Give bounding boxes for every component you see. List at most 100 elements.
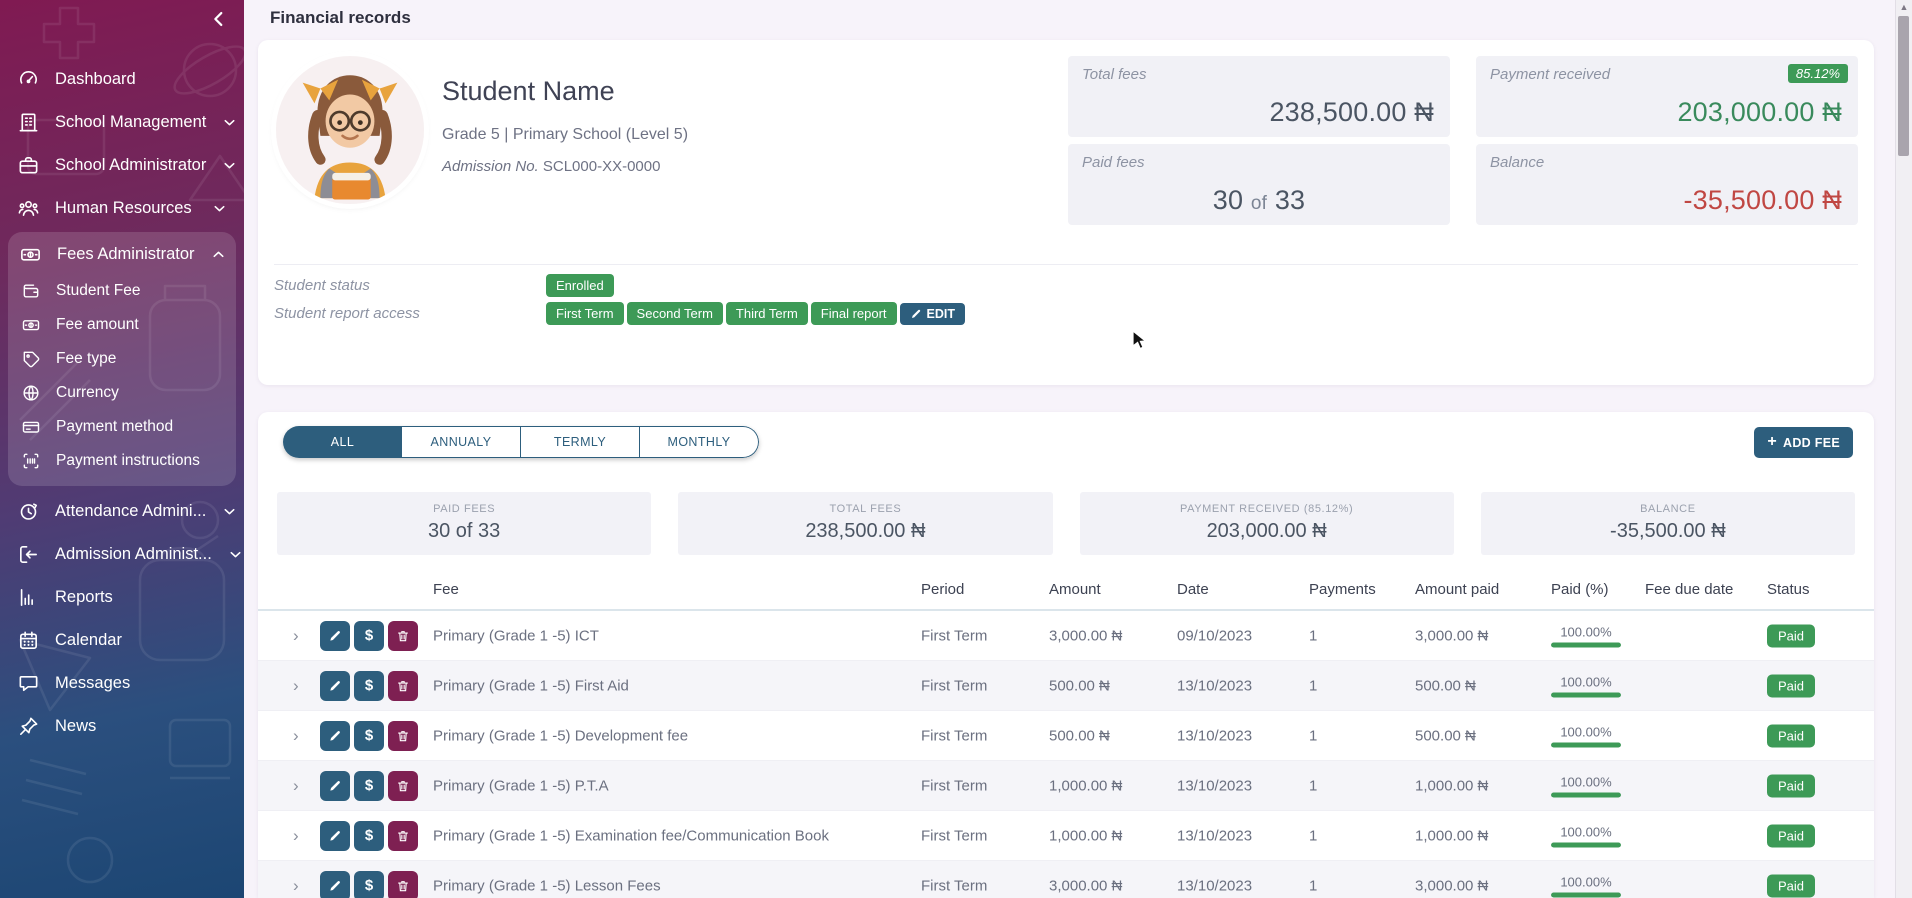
row-expand-icon[interactable]: › [293, 776, 299, 796]
fee-amount-paid: 3,000.00 ₦ [1415, 627, 1488, 644]
sidebar-group-fees-administrator: Fees Administrator Student FeeFee amount… [8, 232, 236, 486]
pay-fee-button[interactable]: $ [354, 621, 384, 651]
fee-name: Primary (Grade 1 -5) Development fee [433, 727, 688, 744]
tab-termly[interactable]: TERMLY [521, 426, 640, 458]
scroll-up-icon[interactable]: ▲ [1896, 2, 1912, 12]
sidebar-item-student-fee[interactable]: Student Fee [8, 274, 236, 308]
sidebar-item-calendar[interactable]: Calendar [0, 619, 244, 662]
fee-paid-percent: 100.00% [1551, 724, 1621, 747]
status-paid-badge: Paid [1767, 674, 1815, 697]
row-actions: $ [320, 621, 418, 651]
sidebar-item-fee-amount[interactable]: Fee amount [8, 308, 236, 342]
delete-fee-button[interactable] [388, 671, 418, 701]
delete-fee-button[interactable] [388, 871, 418, 898]
sidebar-item-payment-method[interactable]: Payment method [8, 410, 236, 444]
stat-balance: Balance -35,500.00 ₦ [1476, 144, 1858, 225]
tab-annualy[interactable]: ANNUALY [402, 426, 521, 458]
sidebar-collapse-button[interactable] [208, 8, 234, 34]
chevron-down-icon [221, 157, 238, 174]
scrollbar-thumb[interactable] [1898, 16, 1909, 156]
report-access-badges: First TermSecond TermThird TermFinal rep… [546, 302, 900, 325]
page-title: Financial records [270, 8, 411, 28]
sidebar-item-fees-administrator[interactable]: Fees Administrator [8, 234, 236, 274]
stat-payment-received: Payment received 85.12% 203,000.00 ₦ [1476, 56, 1858, 137]
paid-progress-bar [1551, 892, 1621, 897]
tab-all[interactable]: ALL [283, 426, 402, 458]
table-row: ›$Primary (Grade 1 -5) First AidFirst Te… [258, 661, 1874, 711]
fee-amount: 3,000.00 ₦ [1049, 877, 1122, 894]
report-badge-third-term: Third Term [726, 302, 808, 325]
pay-fee-button[interactable]: $ [354, 821, 384, 851]
column-header-amount: Amount [1049, 581, 1101, 598]
dashboard-icon [17, 68, 40, 91]
banknote-icon [21, 315, 41, 335]
table-row: › $ Primary (Grade 1 -5) Development fee Fi… [258, 711, 1874, 761]
fee-paid-percent: 100.00% [1551, 824, 1621, 847]
sidebar-item-news[interactable]: News [0, 705, 244, 748]
pay-fee-button[interactable]: $ [354, 721, 384, 751]
delete-fee-button[interactable] [388, 721, 418, 751]
sidebar-item-school-administrator[interactable]: School Administrator [0, 144, 244, 187]
table-body: ›$Primary (Grade 1 -5) ICTFirst Term3,00… [258, 611, 1874, 898]
pencil-icon [910, 308, 922, 320]
summary-box-payment-received-85-12: PAYMENT RECEIVED (85.12%)203,000.00 ₦ [1080, 492, 1454, 555]
edit-report-access-button[interactable]: EDIT [900, 303, 965, 325]
pay-fee-button[interactable]: $ [354, 871, 384, 898]
row-expand-icon[interactable]: › [293, 876, 299, 896]
row-expand-icon[interactable]: › [293, 626, 299, 646]
fee-status: Paid [1767, 677, 1815, 694]
chevron-down-icon [211, 200, 228, 217]
edit-fee-button[interactable] [320, 871, 350, 898]
sidebar-item-school-management[interactable]: School Management [0, 101, 244, 144]
edit-fee-button[interactable] [320, 721, 350, 751]
edit-fee-button[interactable] [320, 671, 350, 701]
delete-fee-button[interactable] [388, 771, 418, 801]
sidebar-item-reports[interactable]: Reports [0, 576, 244, 619]
fee-amount: 500.00 ₦ [1049, 727, 1110, 744]
status-badge: Enrolled [546, 274, 614, 297]
row-expand-icon[interactable]: › [293, 826, 299, 846]
paid-progress-bar [1551, 842, 1621, 847]
fee-date: 13/10/2023 [1177, 677, 1252, 694]
student-status-row: Student status Enrolled [274, 274, 617, 297]
fee-amount: 1,000.00 ₦ [1049, 827, 1122, 844]
vertical-scrollbar[interactable]: ▲ [1895, 0, 1912, 898]
column-header-period: Period [921, 581, 964, 598]
table-row: ›$Primary (Grade 1 -5) Examination fee/C… [258, 811, 1874, 861]
edit-fee-button[interactable] [320, 771, 350, 801]
fees-table-card: ALLANNUALYTERMLYMONTHLY + ADD FEE PAID F… [258, 412, 1874, 898]
plus-icon: + [1767, 433, 1777, 451]
column-header-fee: Fee [433, 581, 459, 598]
edit-fee-button[interactable] [320, 621, 350, 651]
fee-amount: 1,000.00 ₦ [1049, 777, 1122, 794]
sidebar-item-human-resources[interactable]: Human Resources [0, 187, 244, 230]
student-avatar [276, 56, 424, 204]
fee-status: Paid [1767, 777, 1815, 794]
sidebar-item-messages[interactable]: Messages [0, 662, 244, 705]
building-icon [17, 111, 40, 134]
fee-date: 13/10/2023 [1177, 877, 1252, 894]
sidebar-item-attendance-admini[interactable]: Attendance Admini... [0, 490, 244, 533]
fee-period: First Term [921, 877, 987, 894]
sidebar-item-admission-administ[interactable]: Admission Administ... [0, 533, 244, 576]
sidebar-item-dashboard[interactable]: Dashboard [0, 58, 244, 101]
status-paid-badge: Paid [1767, 824, 1815, 847]
sidebar: DashboardSchool ManagementSchool Adminis… [0, 0, 244, 898]
add-fee-button[interactable]: + ADD FEE [1754, 427, 1853, 458]
sidebar-item-fee-type[interactable]: Fee type [8, 342, 236, 376]
calendar-icon [17, 629, 40, 652]
fee-payments: 1 [1309, 727, 1317, 744]
pay-fee-button[interactable]: $ [354, 671, 384, 701]
fee-date: 13/10/2023 [1177, 777, 1252, 794]
delete-fee-button[interactable] [388, 821, 418, 851]
tab-monthly[interactable]: MONTHLY [640, 426, 759, 458]
sidebar-item-payment-instructions[interactable]: Payment instructions [8, 444, 236, 478]
edit-fee-button[interactable] [320, 821, 350, 851]
row-expand-icon[interactable]: › [293, 726, 299, 746]
report-badge-final-report: Final report [811, 302, 897, 325]
fee-period: First Term [921, 727, 987, 744]
sidebar-item-currency[interactable]: Currency [8, 376, 236, 410]
row-expand-icon[interactable]: › [293, 676, 299, 696]
pay-fee-button[interactable]: $ [354, 771, 384, 801]
delete-fee-button[interactable] [388, 621, 418, 651]
